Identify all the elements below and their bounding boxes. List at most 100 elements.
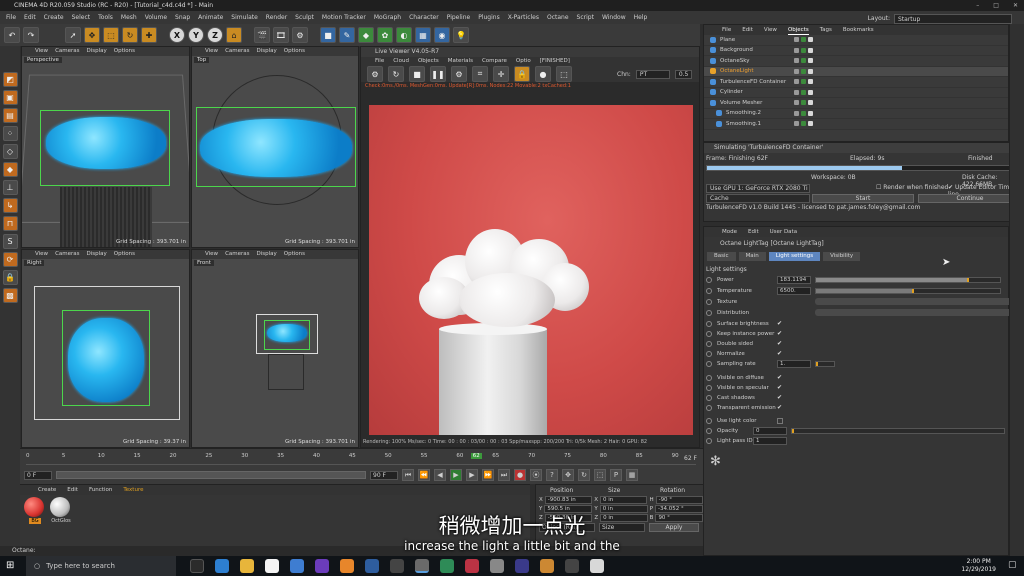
- chrome-icon[interactable]: [290, 559, 304, 573]
- settings-icon[interactable]: ⚙: [451, 66, 467, 82]
- layout-dropdown[interactable]: Startup: [894, 13, 1012, 24]
- record-icon[interactable]: ●: [514, 469, 526, 481]
- om-view-menu[interactable]: View: [764, 25, 777, 35]
- material-ball-icon[interactable]: ●: [535, 66, 551, 82]
- menu-select[interactable]: Select: [72, 11, 91, 24]
- app-red-icon[interactable]: [465, 559, 479, 573]
- render-view-icon[interactable]: 🎬: [254, 27, 270, 43]
- vp-view-menu[interactable]: View: [205, 250, 218, 259]
- app-orange-icon[interactable]: [540, 559, 554, 573]
- points-mode-icon[interactable]: ⁘: [2, 126, 18, 141]
- visibility-toggle-icon[interactable]: [794, 58, 799, 64]
- frame-range-slider[interactable]: [56, 471, 366, 479]
- object-tags[interactable]: [794, 121, 813, 127]
- attr-userdata-menu[interactable]: User Data: [770, 227, 797, 237]
- axis-mode-icon[interactable]: ⊥: [2, 180, 18, 195]
- temperature-value[interactable]: 6500.: [777, 286, 811, 295]
- visible-on-diffuse-checkbox[interactable]: ✔: [777, 374, 783, 381]
- restart-render-icon[interactable]: ↻: [388, 66, 404, 82]
- scale-icon[interactable]: ⬚: [103, 27, 119, 43]
- enable-check-icon[interactable]: [801, 79, 806, 85]
- attr-edit-menu[interactable]: Edit: [748, 227, 759, 237]
- premiere-icon[interactable]: [315, 559, 329, 573]
- surface-brightness-checkbox[interactable]: ✔: [777, 320, 783, 327]
- vp-view-menu[interactable]: View: [205, 47, 218, 56]
- edges-mode-icon[interactable]: ◇: [2, 144, 18, 159]
- continue-button[interactable]: Continue: [918, 194, 1022, 203]
- use-light-color-checkbox[interactable]: [777, 417, 783, 424]
- enable-check-icon[interactable]: [801, 89, 806, 95]
- object-tags[interactable]: [794, 47, 813, 53]
- visibility-toggle-icon[interactable]: [794, 47, 799, 53]
- make-editable-icon[interactable]: ◩: [2, 72, 18, 87]
- app-white-icon[interactable]: [590, 559, 604, 573]
- render-settings-icon[interactable]: ⚙: [292, 27, 308, 43]
- om-bookmarks-menu[interactable]: Bookmarks: [843, 25, 874, 35]
- app-dark-icon[interactable]: [565, 559, 579, 573]
- enable-check-icon[interactable]: [801, 58, 806, 64]
- menu-plugins[interactable]: Plugins: [478, 11, 500, 24]
- save-image-icon[interactable]: ⬚: [556, 66, 572, 82]
- menu-help[interactable]: Help: [634, 11, 648, 24]
- vp-cameras-menu[interactable]: Cameras: [55, 250, 79, 259]
- param-anim-dot[interactable]: [706, 374, 712, 381]
- viewport-top[interactable]: View Cameras Display Options Top Grid Sp…: [191, 46, 359, 248]
- object-row[interactable]: Volume Mesher: [704, 98, 1008, 109]
- object-row[interactable]: Cylinder: [704, 88, 1008, 98]
- tag-icon[interactable]: [808, 121, 813, 127]
- menu-edit[interactable]: Edit: [24, 11, 36, 24]
- channel-dropdown[interactable]: PT: [635, 69, 670, 79]
- viewport-front[interactable]: View Cameras Display Options Front Grid …: [191, 249, 359, 448]
- app-gray-icon[interactable]: [490, 559, 504, 573]
- normalize-checkbox[interactable]: ✔: [777, 350, 783, 357]
- vp-cameras-menu[interactable]: Cameras: [225, 250, 249, 259]
- timeline-ruler[interactable]: 0 5 10 15 20 25 30 35 40 45 50 55 60 62 65 70 75 80 85 90: [26, 451, 696, 465]
- opacity-value[interactable]: 0: [753, 426, 787, 435]
- render-output[interactable]: [369, 105, 693, 435]
- photoshop-icon[interactable]: [365, 559, 379, 573]
- scale-key-icon[interactable]: ⬚: [594, 469, 606, 481]
- pick-material-icon[interactable]: ✛: [493, 66, 509, 82]
- visibility-toggle-icon[interactable]: [794, 89, 799, 95]
- param-anim-dot[interactable]: [706, 437, 712, 444]
- menu-sculpt[interactable]: Sculpt: [295, 11, 314, 24]
- lv-compare-menu[interactable]: Compare: [482, 57, 507, 66]
- menu-mesh[interactable]: Mesh: [121, 11, 137, 24]
- grid-icon[interactable]: ▩: [2, 288, 18, 303]
- cache-dropdown[interactable]: Cache: [706, 194, 810, 203]
- visibility-toggle-icon[interactable]: [794, 100, 799, 106]
- tag-icon[interactable]: [808, 68, 813, 74]
- tag-icon[interactable]: [808, 100, 813, 106]
- transparent-emission-checkbox[interactable]: ✔: [777, 404, 783, 411]
- distribution-link-field[interactable]: [815, 309, 1015, 316]
- object-row[interactable]: OctaneLight: [704, 66, 1008, 77]
- object-row[interactable]: Plane: [704, 35, 1008, 46]
- om-tags-menu[interactable]: Tags: [820, 25, 832, 35]
- om-file-menu[interactable]: File: [722, 25, 731, 35]
- floor-icon[interactable]: ▦: [415, 27, 431, 43]
- recent-tool-icon[interactable]: ✚: [141, 27, 157, 43]
- param-anim-dot[interactable]: [706, 427, 712, 434]
- menu-simulate[interactable]: Simulate: [231, 11, 258, 24]
- object-tags[interactable]: [794, 100, 813, 106]
- file-explorer-icon[interactable]: [240, 559, 254, 573]
- coordinate-system-icon[interactable]: ⌂: [226, 27, 242, 43]
- workplane-icon[interactable]: ⟳: [2, 252, 18, 267]
- edge-icon[interactable]: [215, 559, 229, 573]
- mm-function-menu[interactable]: Function: [89, 485, 112, 495]
- param-anim-dot[interactable]: [706, 340, 712, 347]
- power-slider[interactable]: [815, 276, 1001, 283]
- visible-on-specular-checkbox[interactable]: ✔: [777, 384, 783, 391]
- param-anim-dot[interactable]: [706, 298, 712, 305]
- menu-render[interactable]: Render: [266, 11, 287, 24]
- pla-key-icon[interactable]: ▦: [626, 469, 638, 481]
- render-when-finished-checkbox[interactable]: ☐ Render when finished: [876, 184, 948, 191]
- rotation-key-icon[interactable]: ↻: [578, 469, 590, 481]
- cube-icon[interactable]: ■: [320, 27, 336, 43]
- vp-display-menu[interactable]: Display: [87, 47, 107, 56]
- zoom-field[interactable]: 0.5: [674, 69, 693, 79]
- size-field[interactable]: 0 in: [600, 495, 648, 504]
- object-row[interactable]: Smoothing.2: [704, 109, 1008, 119]
- enable-check-icon[interactable]: [801, 121, 806, 127]
- object-row[interactable]: Smoothing.1: [704, 119, 1008, 130]
